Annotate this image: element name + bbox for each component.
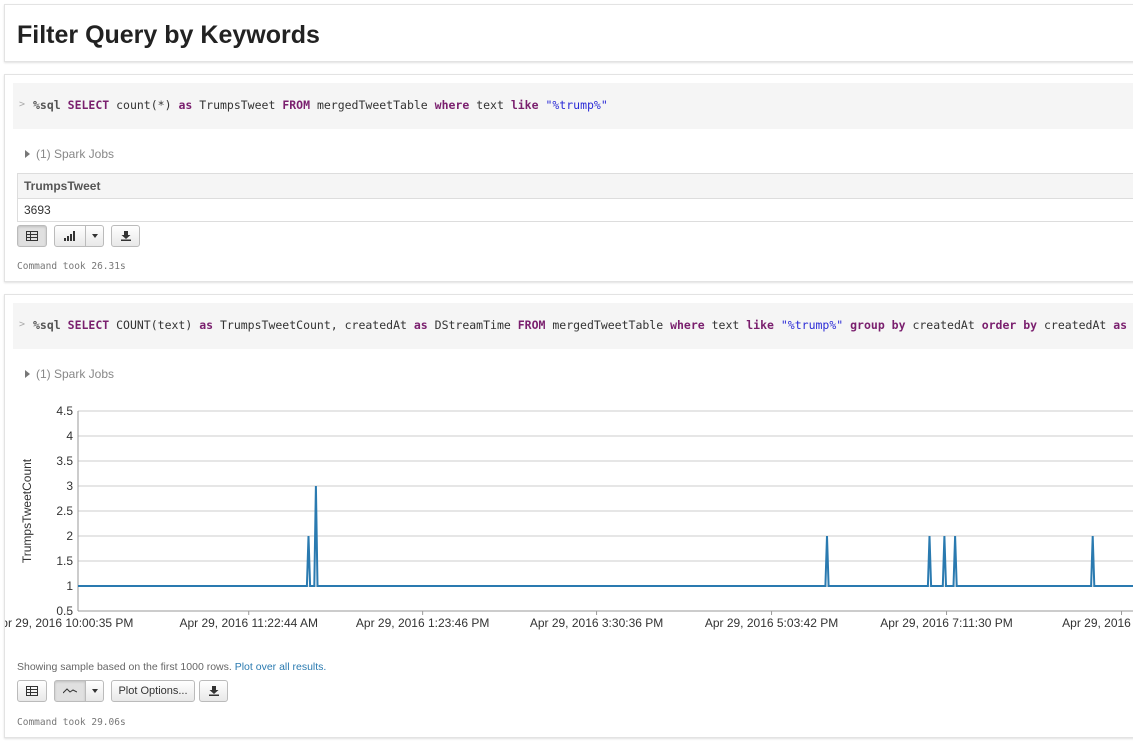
prompt-marker: > [19, 319, 26, 330]
x-tick-label: pr 29, 2016 10:00:35 PM [5, 616, 133, 630]
spark-jobs-label: (1) Spark Jobs [36, 367, 115, 381]
bar-chart-icon [64, 231, 75, 241]
download-icon [208, 686, 219, 696]
code-token: as [413, 318, 428, 332]
spark-jobs-toggle[interactable]: (1) Spark Jobs [25, 367, 114, 381]
table-icon [26, 686, 38, 696]
download-button[interactable] [111, 225, 140, 247]
code-token: order by [981, 318, 1038, 332]
code-line[interactable]: %sql SELECT COUNT(text) as TrumpsTweetCo… [33, 318, 1127, 332]
x-tick-label: Apr 29, 2016 3:30:36 PM [530, 616, 663, 630]
code-token: SELECT [67, 318, 110, 332]
line-chart[interactable]: 0.511.522.533.544.5pr 29, 2016 10:00:35 … [5, 395, 1133, 635]
code-token: mergedTweetTable [545, 318, 671, 332]
result-table: TrumpsTweet 3693 [17, 173, 1133, 222]
sample-text: Showing sample based on the first 1000 r… [17, 661, 232, 673]
sample-notice: Showing sample based on the first 1000 r… [17, 661, 326, 673]
code-token: as [178, 98, 193, 112]
x-tick-label: Apr 29, 2016 5:03:42 PM [705, 616, 838, 630]
notebook-cell-2: > %sql SELECT COUNT(text) as TrumpsTweet… [4, 294, 1133, 738]
table-cell: 3693 [17, 198, 1133, 222]
notebook-cell-1: > %sql SELECT count(*) as TrumpsTweet FR… [4, 74, 1133, 282]
y-tick-label: 4 [66, 429, 73, 443]
code-line[interactable]: %sql SELECT count(*) as TrumpsTweet FROM… [33, 98, 608, 112]
code-token: %sql [33, 98, 61, 112]
x-tick-label: Apr 29, 2016 7:11:30 PM [880, 616, 1013, 630]
code-editor-1[interactable]: > %sql SELECT count(*) as TrumpsTweet FR… [13, 83, 1133, 129]
code-token: mergedTweetTable [310, 98, 435, 112]
download-icon [120, 231, 131, 241]
code-token: FROM [282, 98, 311, 112]
x-tick-label: Apr 29, 2016 11:22:44 AM [179, 616, 318, 630]
table-view-button[interactable] [17, 680, 47, 702]
code-token: "%trump%" [780, 318, 844, 332]
download-button[interactable] [199, 680, 228, 702]
command-took-text: Command took 29.06s [17, 717, 126, 728]
page-title: Filter Query by Keywords [17, 21, 320, 49]
y-tick-label: 1.5 [56, 554, 73, 568]
command-took-text: Command took 26.31s [17, 261, 126, 272]
plot-all-link[interactable]: Plot over all results. [235, 661, 327, 673]
code-token: as [1113, 318, 1128, 332]
spark-jobs-toggle[interactable]: (1) Spark Jobs [25, 147, 114, 161]
code-token: like [510, 98, 539, 112]
x-tick-label: Apr 29, 2016 1:23:46 PM [356, 616, 489, 630]
code-editor-2[interactable]: > %sql SELECT COUNT(text) as TrumpsTweet… [13, 303, 1133, 349]
code-token: where [670, 318, 705, 332]
expand-triangle-icon [25, 370, 30, 378]
code-token: COUNT(text) [109, 318, 200, 332]
y-tick-label: 2 [66, 529, 73, 543]
code-token: FROM [517, 318, 546, 332]
code-token: like [746, 318, 774, 332]
y-axis-label: TrumpsTweetCount [20, 458, 34, 563]
chart-type-dropdown[interactable] [85, 680, 104, 702]
chart-type-dropdown[interactable] [85, 225, 104, 247]
code-token: createdAt [905, 318, 982, 332]
code-token: createdAt [1037, 318, 1114, 332]
prompt-marker: > [19, 99, 26, 110]
code-token: "%trump%" [545, 98, 608, 112]
code-token: %sql [33, 318, 61, 332]
chevron-down-icon [91, 689, 98, 693]
code-token: TrumpsTweetCount, createdAt [213, 318, 414, 332]
y-tick-label: 1 [66, 579, 73, 593]
x-tick-label: Apr 29, 2016 8:44:08 I [1062, 616, 1133, 630]
code-token: TrumpsTweet [192, 98, 283, 112]
chart-type-button[interactable] [54, 225, 86, 247]
code-token: text [469, 98, 511, 112]
y-tick-label: 3.5 [56, 454, 73, 468]
line-chart-icon [63, 688, 77, 694]
code-token: group by [850, 318, 906, 332]
code-token: as [199, 318, 214, 332]
plot-options-button[interactable]: Plot Options... [111, 680, 195, 702]
y-tick-label: 4.5 [56, 404, 73, 418]
title-cell: Filter Query by Keywords [4, 4, 1133, 62]
table-icon [26, 231, 38, 241]
code-token: SELECT [67, 98, 110, 112]
expand-triangle-icon [25, 150, 30, 158]
column-header[interactable]: TrumpsTweet [17, 173, 1133, 199]
code-token: where [434, 98, 470, 112]
code-token: text [704, 318, 747, 332]
chart-type-button[interactable] [54, 680, 86, 702]
chevron-down-icon [91, 234, 98, 238]
code-token: count(*) [109, 98, 179, 112]
table-view-button[interactable] [17, 225, 47, 247]
code-token: DStreamTime [427, 318, 518, 332]
y-tick-label: 2.5 [56, 504, 73, 518]
y-tick-label: 3 [66, 479, 73, 493]
spark-jobs-label: (1) Spark Jobs [36, 147, 115, 161]
